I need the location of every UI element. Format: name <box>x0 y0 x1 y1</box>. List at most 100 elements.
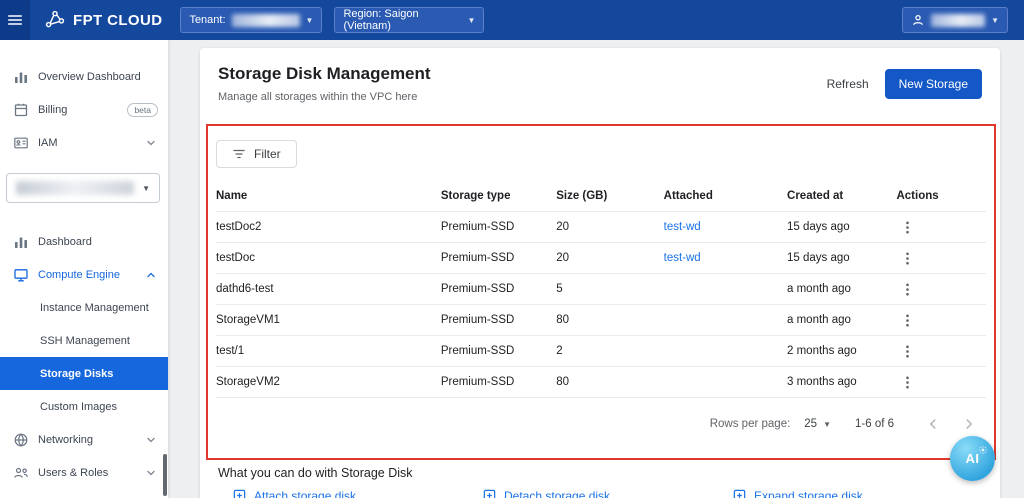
cell-attached: test-wd <box>664 252 781 264</box>
attach-storage-disk-link[interactable]: Attach storage disk <box>232 488 482 498</box>
tenant-value-redacted <box>232 14 300 27</box>
filter-button[interactable]: Filter <box>216 140 297 168</box>
sidebar-item-overview-dashboard[interactable]: Overview Dashboard <box>0 60 168 93</box>
row-actions-button[interactable] <box>896 371 918 393</box>
tenant-selector[interactable]: Tenant: ▼ <box>180 7 322 33</box>
cell-storage-type: Premium-SSD <box>441 221 556 233</box>
cell-attached: test-wd <box>664 221 781 233</box>
chevron-down-icon <box>144 466 158 480</box>
fpt-cloud-logo: FPT CLOUD <box>44 9 162 31</box>
topbar: FPT CLOUD Tenant: ▼ Region: Saigon (Viet… <box>0 0 1024 40</box>
column-header-actions: Actions <box>890 190 986 202</box>
footer-heading: What you can do with Storage Disk <box>218 466 982 480</box>
cell-name: test/1 <box>216 345 441 357</box>
cell-size: 80 <box>556 314 663 326</box>
account-menu[interactable]: ▼ <box>902 7 1008 33</box>
cell-actions <box>890 247 986 269</box>
cell-name: testDoc2 <box>216 221 441 233</box>
row-actions-button[interactable] <box>896 216 918 238</box>
pagination: Rows per page: 25 ▼ 1-6 of 6 <box>216 402 986 446</box>
sidebar-item-dashboard[interactable]: Dashboard <box>0 225 168 258</box>
chevron-down-icon: ▼ <box>823 420 831 429</box>
page-subtitle: Manage all storages within the VPC here <box>218 91 431 103</box>
cell-created-at: 15 days ago <box>781 221 890 233</box>
column-header-name: Name <box>216 190 441 202</box>
row-actions-button[interactable] <box>896 340 918 362</box>
cell-created-at: 2 months ago <box>781 345 890 357</box>
cell-actions <box>890 216 986 238</box>
sidebar-item-ssh-management[interactable]: SSH Management <box>0 324 168 357</box>
gear-icon <box>978 442 988 452</box>
main-panel: Storage Disk Management Manage all stora… <box>200 48 1000 498</box>
sidebar-item-label: Custom Images <box>40 401 158 413</box>
cell-name: StorageVM2 <box>216 376 441 388</box>
column-header-storage-type: Storage type <box>441 190 556 202</box>
rows-per-page-label: Rows per page: <box>710 418 791 430</box>
account-value-redacted <box>931 14 985 27</box>
cell-created-at: 3 months ago <box>781 376 890 388</box>
fpt-cloud-logo-icon <box>44 9 66 31</box>
hamburger-menu-button[interactable] <box>0 0 30 40</box>
sidebar-scrollbar[interactable] <box>163 454 167 496</box>
next-page-button[interactable] <box>956 411 982 437</box>
sidebar-item-label: Networking <box>38 434 144 446</box>
sidebar-item-networking[interactable]: Networking <box>0 423 168 456</box>
column-header-created-at: Created at <box>781 190 890 202</box>
refresh-button[interactable]: Refresh <box>827 77 869 91</box>
cell-created-at: 15 days ago <box>781 252 890 264</box>
sidebar-item-storage-disks[interactable]: Storage Disks <box>0 357 168 390</box>
sidebar-project-selector-redacted[interactable]: ▼ <box>6 173 160 203</box>
sidebar-item-custom-images[interactable]: Custom Images <box>0 390 168 423</box>
sidebar-item-billing[interactable]: Billingbeta <box>0 93 168 126</box>
sidebar-item-iam[interactable]: IAM <box>0 126 168 159</box>
chevron-down-icon: ▼ <box>142 184 150 193</box>
attached-vm-link[interactable]: test-wd <box>664 221 701 233</box>
footer-section: What you can do with Storage Disk Attach… <box>200 460 1000 498</box>
row-actions-button[interactable] <box>896 247 918 269</box>
region-selector[interactable]: Region: Saigon (Vietnam) ▼ <box>334 7 484 33</box>
annotation-rectangle: Filter NameStorage typeSize (GB)Attached… <box>206 124 996 460</box>
billing-icon <box>13 102 29 118</box>
cell-actions <box>890 278 986 300</box>
storage-actions-links: Attach storage disk Detach storage disk Ex… <box>218 488 982 498</box>
network-icon <box>13 432 29 448</box>
cell-size: 5 <box>556 283 663 295</box>
rows-per-page-value: 25 <box>804 418 817 430</box>
attached-vm-link[interactable]: test-wd <box>664 252 701 264</box>
sidebar-item-compute-engine[interactable]: Compute Engine <box>0 258 168 291</box>
cell-size: 80 <box>556 376 663 388</box>
previous-page-button[interactable] <box>920 411 946 437</box>
region-label: Region: Saigon (Vietnam) <box>343 8 461 32</box>
expand-storage-disk-link[interactable]: Expand storage disk <box>732 488 982 498</box>
sidebar-item-label: Storage Disks <box>40 368 158 380</box>
footer-link-label: Detach storage disk <box>504 489 610 498</box>
footer-link-label: Attach storage disk <box>254 489 356 498</box>
bar-chart-icon <box>13 234 29 250</box>
chevron-up-icon <box>144 268 158 282</box>
row-actions-button[interactable] <box>896 278 918 300</box>
rows-per-page-select[interactable]: 25 ▼ <box>804 418 831 430</box>
selector-value-redacted <box>16 181 134 195</box>
cell-actions <box>890 340 986 362</box>
cell-name: StorageVM1 <box>216 314 441 326</box>
table-row: dathd6-testPremium-SSD5a month ago <box>216 274 986 305</box>
ai-assistant-button[interactable]: AI <box>950 436 995 481</box>
attach-storage-disk-icon <box>232 488 247 498</box>
table-row: test/1Premium-SSD22 months ago <box>216 336 986 367</box>
sidebar-item-users-roles[interactable]: Users & Roles <box>0 456 168 489</box>
user-icon <box>911 13 925 27</box>
tenant-label: Tenant: <box>189 14 225 26</box>
expand-storage-disk-icon <box>732 488 747 498</box>
chevron-left-icon <box>926 417 940 431</box>
page-range: 1-6 of 6 <box>855 418 894 430</box>
chevron-down-icon <box>144 433 158 447</box>
sidebar-item-instance-management[interactable]: Instance Management <box>0 291 168 324</box>
cell-size: 20 <box>556 221 663 233</box>
row-actions-button[interactable] <box>896 309 918 331</box>
bar-chart-icon <box>13 69 29 85</box>
detach-storage-disk-link[interactable]: Detach storage disk <box>482 488 732 498</box>
people-icon <box>13 465 29 481</box>
cell-size: 20 <box>556 252 663 264</box>
new-storage-button[interactable]: New Storage <box>885 69 982 99</box>
sidebar-item-label: SSH Management <box>40 335 158 347</box>
